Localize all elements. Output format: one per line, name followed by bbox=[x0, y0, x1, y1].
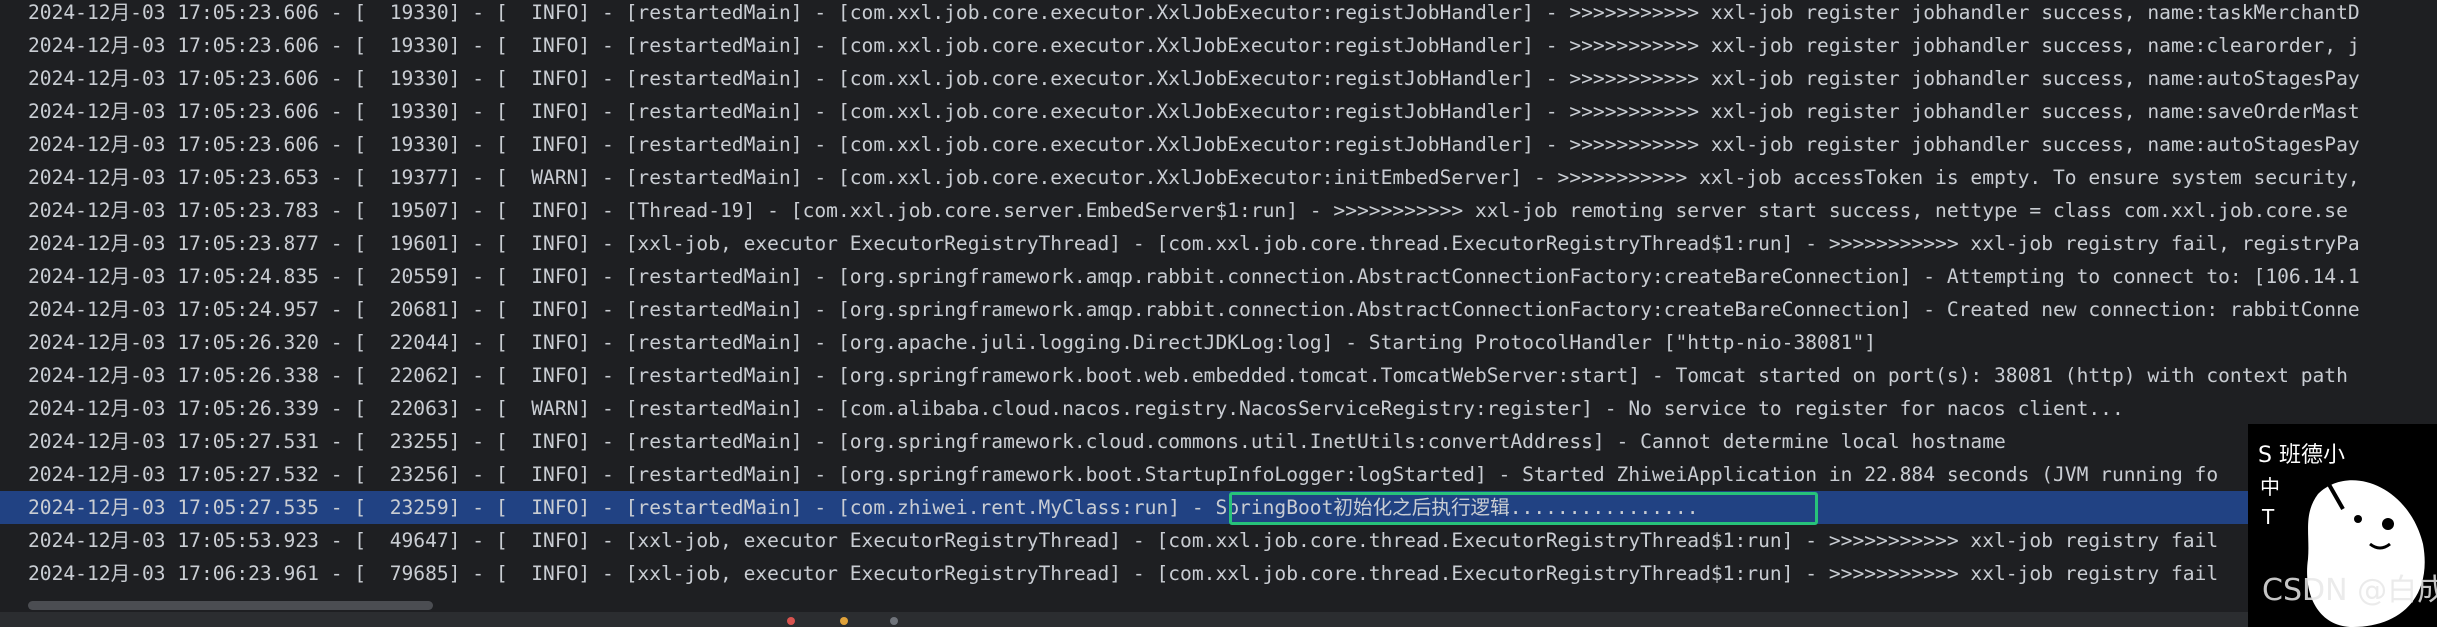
log-line[interactable]: 2024-12月-03 17:05:53.923 - [ 49647] - [ … bbox=[0, 524, 2437, 557]
status-dot-yellow bbox=[840, 617, 848, 625]
log-line[interactable]: 2024-12月-03 17:06:23.961 - [ 79685] - [ … bbox=[0, 557, 2437, 590]
log-line[interactable]: 2024-12月-03 17:05:26.320 - [ 22044] - [ … bbox=[0, 326, 2437, 359]
horizontal-scrollbar-thumb[interactable] bbox=[28, 601, 433, 610]
log-area[interactable]: 2024-12月-03 17:05:23.606 - [ 19330] - [ … bbox=[0, 0, 2437, 600]
log-line[interactable]: 2024-12月-03 17:05:24.835 - [ 20559] - [ … bbox=[0, 260, 2437, 293]
log-line[interactable]: 2024-12月-03 17:05:23.877 - [ 19601] - [ … bbox=[0, 227, 2437, 260]
log-line-selected[interactable]: 2024-12月-03 17:05:27.535 - [ 23259] - [ … bbox=[0, 491, 2437, 524]
status-dot-gray bbox=[890, 617, 898, 625]
sticker-text-1: S 班德小 bbox=[2258, 443, 2345, 468]
log-line[interactable]: 2024-12月-03 17:05:23.606 - [ 19330] - [ … bbox=[0, 0, 2437, 29]
log-line[interactable]: 2024-12月-03 17:05:26.339 - [ 22063] - [ … bbox=[0, 392, 2437, 425]
log-line[interactable]: 2024-12月-03 17:05:23.606 - [ 19330] - [ … bbox=[0, 62, 2437, 95]
sticker-text-3: T bbox=[2261, 505, 2275, 529]
log-line[interactable]: 2024-12月-03 17:05:23.606 - [ 19330] - [ … bbox=[0, 128, 2437, 161]
sticker-text-2: 中 bbox=[2260, 475, 2280, 499]
csdn-watermark: CSDN @白成浩 bbox=[2262, 573, 2437, 608]
log-line[interactable]: 2024-12月-03 17:05:23.653 - [ 19377] - [ … bbox=[0, 161, 2437, 194]
bottom-strip bbox=[0, 612, 2437, 627]
log-line[interactable]: 2024-12月-03 17:05:23.783 - [ 19507] - [ … bbox=[0, 194, 2437, 227]
log-line[interactable]: 2024-12月-03 17:05:27.532 - [ 23256] - [ … bbox=[0, 458, 2437, 491]
log-line[interactable]: 2024-12月-03 17:05:26.338 - [ 22062] - [ … bbox=[0, 359, 2437, 392]
console-output[interactable]: 2024-12月-03 17:05:23.606 - [ 19330] - [ … bbox=[0, 0, 2437, 627]
status-dot-red bbox=[787, 617, 795, 625]
log-line[interactable]: 2024-12月-03 17:05:23.606 - [ 19330] - [ … bbox=[0, 29, 2437, 62]
log-line[interactable]: 2024-12月-03 17:05:27.531 - [ 23255] - [ … bbox=[0, 425, 2437, 458]
log-line[interactable]: 2024-12月-03 17:05:23.606 - [ 19330] - [ … bbox=[0, 95, 2437, 128]
log-line[interactable]: 2024-12月-03 17:05:24.957 - [ 20681] - [ … bbox=[0, 293, 2437, 326]
horizontal-scrollbar[interactable] bbox=[0, 598, 2437, 612]
